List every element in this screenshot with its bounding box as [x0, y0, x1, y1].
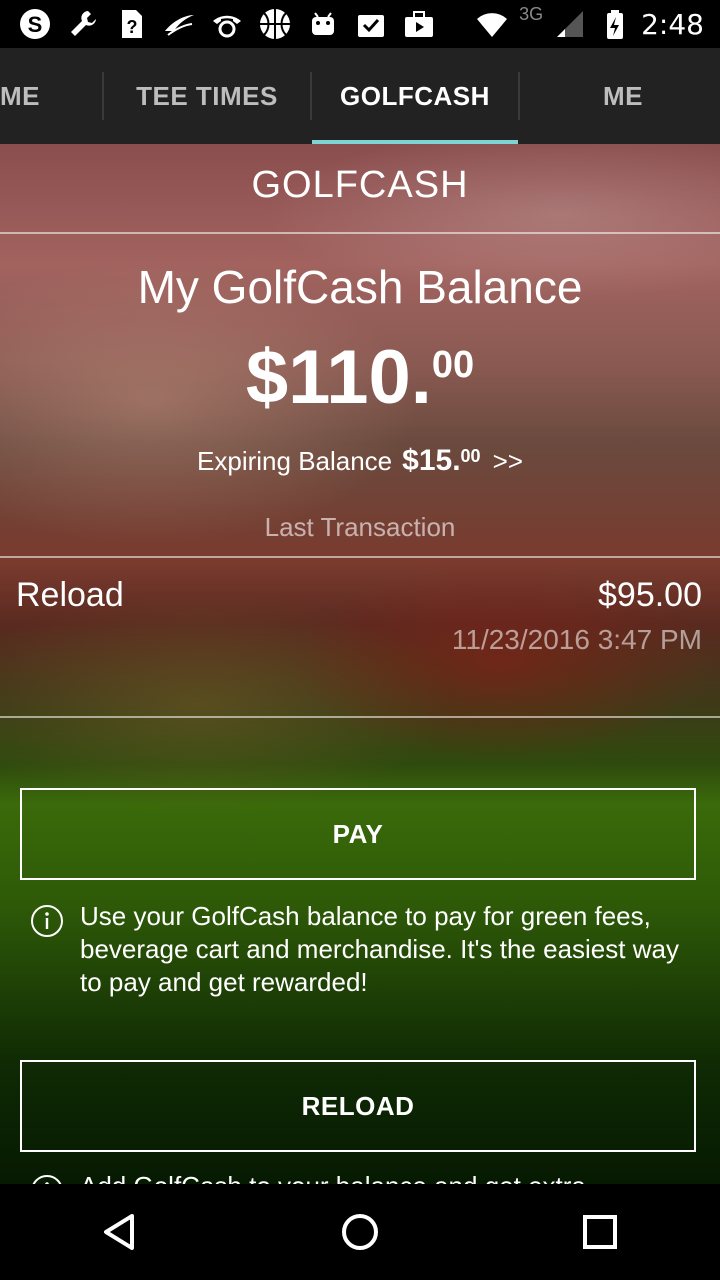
- reload-info: Add GolfCash to your balance and get ext…: [30, 1170, 690, 1184]
- back-icon[interactable]: [90, 1202, 150, 1262]
- svg-text:?: ?: [127, 17, 138, 37]
- expiring-balance-link[interactable]: Expiring Balance $15.00 >>: [0, 444, 720, 478]
- clipboard-check-icon: [354, 7, 388, 41]
- pay-button[interactable]: PAY: [20, 788, 696, 880]
- transaction-datetime: 11/23/2016 3:47 PM: [451, 624, 702, 655]
- skype-icon: S: [18, 7, 52, 41]
- battery-charging-icon: [597, 7, 631, 41]
- divider: [0, 716, 720, 718]
- swoosh-icon: [162, 7, 196, 41]
- tab-tee-times[interactable]: TEE TIMES: [104, 48, 310, 144]
- info-icon: [31, 905, 63, 937]
- pay-info: Use your GolfCash balance to pay for gre…: [30, 900, 690, 999]
- wifi-icon: [475, 7, 509, 41]
- help-icon: ?: [114, 7, 148, 41]
- divider: [0, 232, 720, 234]
- status-bar: S ? 3G 2:48: [0, 0, 720, 48]
- expiring-amount: $15.00: [402, 444, 480, 477]
- expiring-main: $15.: [402, 444, 461, 477]
- page-title: GOLFCASH: [251, 164, 469, 206]
- balance-main: $110.: [245, 335, 432, 420]
- network-type-label: 3G: [519, 3, 544, 24]
- recents-icon[interactable]: [570, 1202, 630, 1262]
- navigation-bar: [0, 1184, 720, 1280]
- home-icon[interactable]: [330, 1202, 390, 1262]
- transaction-type: Reload: [16, 576, 124, 614]
- expiring-label: Expiring Balance: [197, 446, 393, 476]
- status-time: 2:48: [641, 7, 704, 41]
- info-icon: [32, 1175, 62, 1184]
- expiring-cents: 00: [460, 446, 481, 466]
- briefcase-icon: [402, 7, 436, 41]
- tab-golfcash[interactable]: GOLFCASH: [312, 48, 518, 144]
- wrench-icon: [66, 7, 100, 41]
- tab-me-left[interactable]: ME: [0, 48, 90, 144]
- tab-me[interactable]: ME: [520, 48, 720, 144]
- reload-button[interactable]: RELOAD: [20, 1060, 696, 1152]
- basketball-icon: [258, 7, 292, 41]
- tab-bar: ME TEE TIMES GOLFCASH ME: [0, 48, 720, 144]
- balance-amount: $110.00: [0, 340, 720, 416]
- transaction-amount: $95.00: [598, 576, 702, 614]
- golfcash-page: GOLFCASH My GolfCash Balance $110.00 Exp…: [0, 144, 720, 1184]
- voicemail-icon: [210, 7, 244, 41]
- android-icon: [306, 7, 340, 41]
- signal-icon: [553, 7, 587, 41]
- last-transaction-label: Last Transaction: [264, 512, 456, 542]
- pay-info-text: Use your GolfCash balance to pay for gre…: [80, 901, 679, 997]
- balance-heading: My GolfCash Balance: [137, 261, 583, 313]
- reload-info-text: Add GolfCash to your balance and get ext…: [80, 1170, 586, 1184]
- balance-cents: 00: [431, 344, 475, 386]
- svg-text:S: S: [28, 12, 43, 37]
- divider: [0, 556, 720, 558]
- expiring-arrow: >>: [492, 446, 523, 476]
